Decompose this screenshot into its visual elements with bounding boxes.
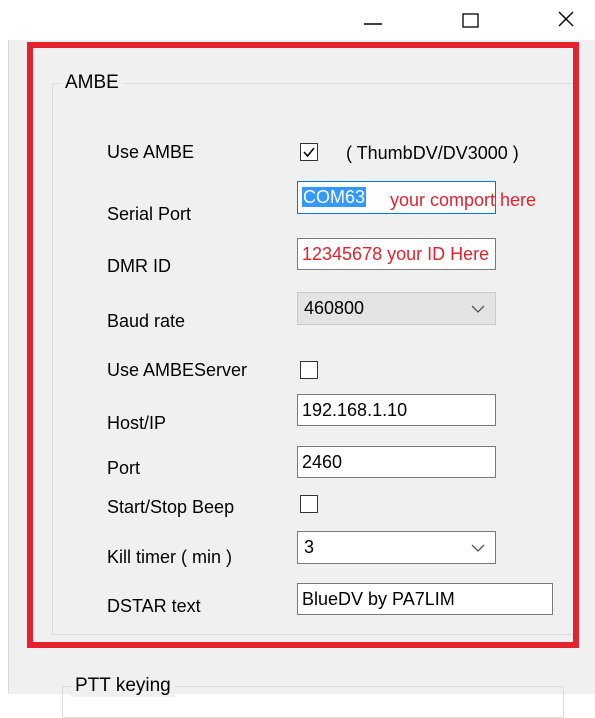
port-value: 2460 [302,452,343,472]
kill-timer-select[interactable]: 3 [297,531,496,564]
dmr-id-value: 12345678 your ID Here [302,244,490,264]
use-ambeserver-label: Use AMBEServer [107,360,248,380]
serial-port-value: COM63 [302,187,367,207]
ptt-keying-group: PTT keying [62,675,564,718]
ambe-group-title: AMBE [61,72,123,94]
start-stop-beep-checkbox[interactable] [300,495,318,513]
baud-rate-label: Baud rate [107,311,186,331]
host-ip-value: 192.168.1.10 [302,400,408,420]
minimize-icon [364,23,382,25]
checkmark-icon [303,147,315,158]
start-stop-beep-label: Start/Stop Beep [107,497,235,517]
baud-rate-value: 460800 [304,298,365,318]
host-ip-label: Host/IP [107,413,167,433]
dstar-text-label: DSTAR text [107,596,201,616]
port-label: Port [107,458,141,478]
kill-timer-label: Kill timer ( min ) [107,547,232,567]
close-button[interactable] [538,0,594,36]
use-ambe-checkbox[interactable] [300,143,318,161]
minimize-button[interactable] [345,0,401,36]
maximize-icon [462,13,479,28]
port-input[interactable]: 2460 [297,446,496,478]
serial-port-annotation: your comport here [390,190,537,210]
use-ambe-note: ( ThumbDV/DV3000 ) [346,143,519,163]
chevron-down-icon [471,532,485,563]
dmr-id-label: DMR ID [107,256,171,276]
close-icon [558,11,574,27]
dstar-text-value: BlueDV by PA7LIM [302,589,455,609]
chevron-down-icon [471,293,485,324]
maximize-button[interactable] [443,0,499,36]
use-ambeserver-checkbox[interactable] [300,361,318,379]
serial-port-label: Serial Port [107,204,192,224]
baud-rate-select[interactable]: 460800 [297,292,496,325]
title-bar [0,0,595,36]
use-ambe-label: Use AMBE [107,142,195,162]
kill-timer-value: 3 [304,537,315,557]
host-ip-input[interactable]: 192.168.1.10 [297,394,496,426]
dmr-id-input[interactable]: 12345678 your ID Here [297,238,496,270]
dstar-text-input[interactable]: BlueDV by PA7LIM [297,583,553,615]
